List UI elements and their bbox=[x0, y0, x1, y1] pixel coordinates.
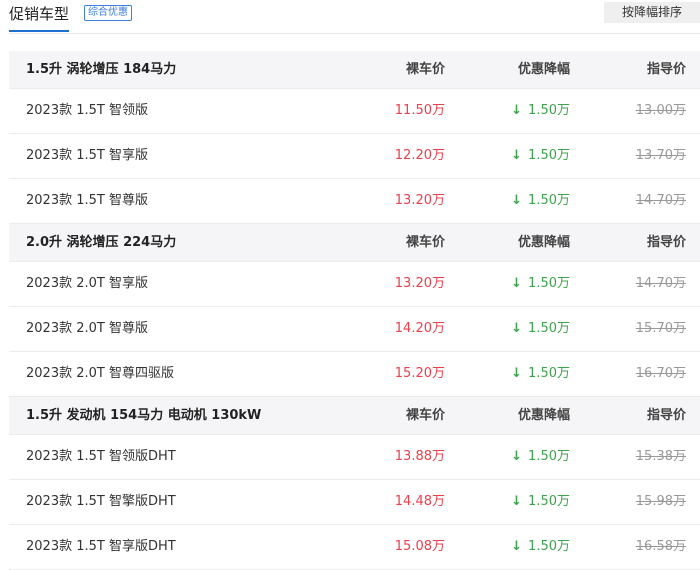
column-header-guide: 指导价 bbox=[646, 62, 686, 77]
arrow-down-icon: ↓ bbox=[511, 148, 523, 163]
model-name[interactable]: 2023款 1.5T 智尊版 bbox=[26, 179, 148, 223]
discount: ↓ 1.50万 bbox=[511, 89, 570, 133]
model-name[interactable]: 2023款 2.0T 智尊版 bbox=[26, 307, 148, 351]
arrow-down-icon: ↓ bbox=[511, 449, 523, 464]
promo-table: 1.5升 涡轮增压 184马力 裸车价 优惠降幅 指导价 2023款 1.5T … bbox=[9, 51, 700, 570]
price: 12.20万 bbox=[394, 148, 445, 163]
group-header: 1.5升 发动机 154马力 电动机 130kW 裸车价 优惠降幅 指导价 bbox=[9, 397, 700, 435]
discount: ↓ 1.50万 bbox=[511, 525, 570, 569]
price: 15.08万 bbox=[394, 539, 445, 554]
arrow-down-icon: ↓ bbox=[511, 494, 523, 509]
guide-price: 16.58万 bbox=[635, 539, 686, 554]
column-header-price: 裸车价 bbox=[405, 408, 445, 423]
guide-price: 15.98万 bbox=[635, 494, 686, 509]
discount: ↓ 1.50万 bbox=[511, 134, 570, 178]
guide-price: 15.70万 bbox=[635, 321, 686, 336]
column-header-discount: 优惠降幅 bbox=[517, 408, 570, 423]
arrow-down-icon: ↓ bbox=[511, 366, 523, 381]
price: 13.20万 bbox=[394, 276, 445, 291]
guide-price: 14.70万 bbox=[635, 276, 686, 291]
column-header-discount: 优惠降幅 bbox=[517, 62, 570, 77]
column-header-price: 裸车价 bbox=[405, 62, 445, 77]
price: 11.50万 bbox=[394, 103, 445, 118]
arrow-down-icon: ↓ bbox=[511, 321, 523, 336]
price: 13.88万 bbox=[394, 449, 445, 464]
table-row[interactable]: 2023款 1.5T 智享版 12.20万 ↓ 1.50万 13.70万 bbox=[9, 134, 700, 179]
divider bbox=[9, 33, 700, 34]
table-row[interactable]: 2023款 2.0T 智享版 13.20万 ↓ 1.50万 14.70万 bbox=[9, 262, 700, 307]
table-row[interactable]: 2023款 2.0T 智尊版 14.20万 ↓ 1.50万 15.70万 bbox=[9, 307, 700, 352]
table-row[interactable]: 2023款 1.5T 智领版 11.50万 ↓ 1.50万 13.00万 bbox=[9, 89, 700, 134]
guide-price: 16.70万 bbox=[635, 366, 686, 381]
column-header-price: 裸车价 bbox=[405, 235, 445, 250]
price: 15.20万 bbox=[394, 366, 445, 381]
arrow-down-icon: ↓ bbox=[511, 539, 523, 554]
table-row[interactable]: 2023款 2.0T 智尊四驱版 15.20万 ↓ 1.50万 16.70万 bbox=[9, 352, 700, 397]
guide-price: 14.70万 bbox=[635, 193, 686, 208]
engine-spec: 2.0升 涡轮增压 224马力 bbox=[26, 235, 177, 250]
model-name[interactable]: 2023款 1.5T 智享版 bbox=[26, 134, 148, 178]
discount-value: 1.50万 bbox=[528, 494, 570, 509]
tab-promo-models[interactable]: 促销车型 bbox=[9, 3, 70, 32]
model-name[interactable]: 2023款 2.0T 智尊四驱版 bbox=[26, 352, 174, 396]
column-header-guide: 指导价 bbox=[646, 235, 686, 250]
discount: ↓ 1.50万 bbox=[511, 435, 570, 479]
table-row[interactable]: 2023款 1.5T 智尊版 13.20万 ↓ 1.50万 14.70万 bbox=[9, 179, 700, 224]
price: 14.20万 bbox=[394, 321, 445, 336]
discount: ↓ 1.50万 bbox=[511, 262, 570, 306]
column-header-discount: 优惠降幅 bbox=[517, 235, 570, 250]
discount: ↓ 1.50万 bbox=[511, 480, 570, 524]
arrow-down-icon: ↓ bbox=[511, 193, 523, 208]
model-name[interactable]: 2023款 1.5T 智领版DHT bbox=[26, 435, 176, 479]
model-name[interactable]: 2023款 1.5T 智擎版DHT bbox=[26, 480, 176, 524]
discount-value: 1.50万 bbox=[528, 449, 570, 464]
engine-spec: 1.5升 发动机 154马力 电动机 130kW bbox=[26, 408, 262, 423]
model-name[interactable]: 2023款 1.5T 智享版DHT bbox=[26, 525, 176, 569]
table-row[interactable]: 2023款 1.5T 智享版DHT 15.08万 ↓ 1.50万 16.58万 bbox=[9, 525, 700, 570]
discount-value: 1.50万 bbox=[528, 103, 570, 118]
section-header: 促销车型 综合优惠 按降幅排序 bbox=[0, 0, 700, 34]
discount-value: 1.50万 bbox=[528, 321, 570, 336]
arrow-down-icon: ↓ bbox=[511, 103, 523, 118]
arrow-down-icon: ↓ bbox=[511, 276, 523, 291]
discount-value: 1.50万 bbox=[528, 276, 570, 291]
column-header-guide: 指导价 bbox=[646, 408, 686, 423]
sort-by-discount-button[interactable]: 按降幅排序 bbox=[604, 2, 700, 23]
discount: ↓ 1.50万 bbox=[511, 307, 570, 351]
table-row[interactable]: 2023款 1.5T 智领版DHT 13.88万 ↓ 1.50万 15.38万 bbox=[9, 435, 700, 480]
guide-price: 13.70万 bbox=[635, 148, 686, 163]
group-header: 2.0升 涡轮增压 224马力 裸车价 优惠降幅 指导价 bbox=[9, 224, 700, 262]
price: 14.48万 bbox=[394, 494, 445, 509]
model-name[interactable]: 2023款 2.0T 智享版 bbox=[26, 262, 148, 306]
engine-spec: 1.5升 涡轮增压 184马力 bbox=[26, 62, 177, 77]
table-row[interactable]: 2023款 1.5T 智擎版DHT 14.48万 ↓ 1.50万 15.98万 bbox=[9, 480, 700, 525]
price: 13.20万 bbox=[394, 193, 445, 208]
group-header: 1.5升 涡轮增压 184马力 裸车价 优惠降幅 指导价 bbox=[9, 51, 700, 89]
discount: ↓ 1.50万 bbox=[511, 179, 570, 223]
model-name[interactable]: 2023款 1.5T 智领版 bbox=[26, 89, 148, 133]
discount-value: 1.50万 bbox=[528, 193, 570, 208]
guide-price: 15.38万 bbox=[635, 449, 686, 464]
guide-price: 13.00万 bbox=[635, 103, 686, 118]
discount-value: 1.50万 bbox=[528, 366, 570, 381]
discount-value: 1.50万 bbox=[528, 148, 570, 163]
discount-value: 1.50万 bbox=[528, 539, 570, 554]
discount: ↓ 1.50万 bbox=[511, 352, 570, 396]
filter-tag[interactable]: 综合优惠 bbox=[84, 5, 132, 21]
